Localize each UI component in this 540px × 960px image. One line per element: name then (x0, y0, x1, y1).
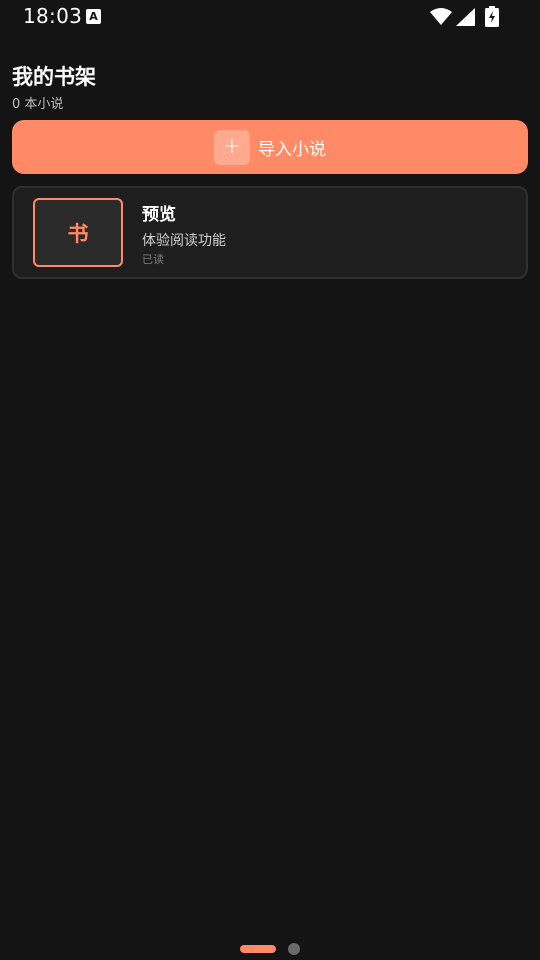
import-novel-button[interactable]: + 导入小说 (12, 120, 528, 174)
app-screen: 18:03 A 我的书架 0 本小说 + 导入小说 书 预览 体验阅读功能 已读 (0, 0, 540, 960)
wifi-icon (430, 8, 452, 25)
page-dot-inactive[interactable] (288, 943, 300, 955)
plus-icon-glyph: + (222, 134, 242, 159)
book-title: 预览 (142, 205, 176, 225)
notification-a-icon: A (86, 9, 101, 24)
page-dot-active[interactable] (240, 945, 276, 953)
book-card-preview[interactable]: 书 预览 体验阅读功能 已读 (12, 186, 528, 279)
status-time: 18:03 (23, 4, 83, 28)
novel-count: 0 本小说 (12, 97, 64, 112)
page-title: 我的书架 (12, 65, 96, 89)
plus-icon: + (214, 129, 250, 165)
import-novel-label: 导入小说 (258, 139, 326, 160)
book-read-status: 已读 (142, 253, 164, 266)
status-bar: 18:03 A (0, 0, 540, 34)
book-description: 体验阅读功能 (142, 233, 226, 249)
book-cover: 书 (33, 198, 123, 267)
book-cover-text: 书 (67, 221, 89, 246)
battery-charging-icon (485, 6, 499, 27)
cell-signal-icon (456, 8, 475, 26)
page-indicator (240, 943, 302, 955)
